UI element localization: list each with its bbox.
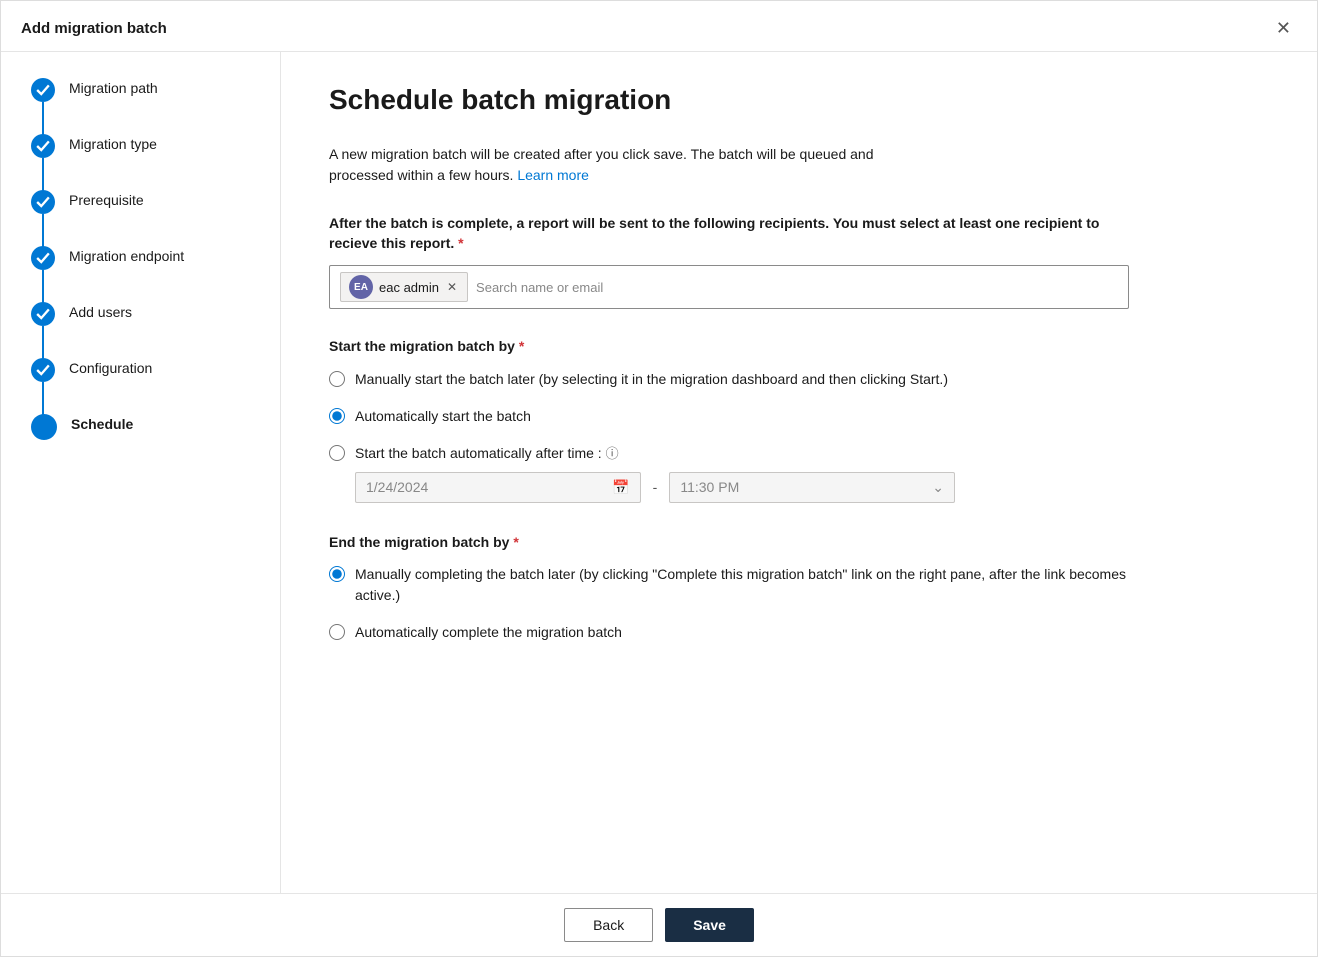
time-value: 11:30 PM	[680, 479, 739, 495]
chevron-down-icon: ⌄	[932, 479, 944, 496]
dialog-title: Add migration batch	[21, 20, 167, 37]
sidebar: Migration path Migration type Prerequisi…	[1, 52, 281, 893]
back-button[interactable]: Back	[564, 908, 653, 942]
start-section-label: Start the migration batch by *	[329, 337, 1129, 357]
step-complete-icon	[31, 302, 55, 326]
info-text: A new migration batch will be created af…	[329, 144, 1129, 186]
sidebar-item-prerequisite[interactable]: Prerequisite	[31, 188, 280, 244]
end-option-manual: Manually completing the batch later (by …	[329, 564, 1129, 606]
step-label-configuration: Configuration	[69, 356, 152, 376]
step-complete-icon	[31, 246, 55, 270]
calendar-icon: 📅	[612, 479, 629, 496]
recipients-section-label: After the batch is complete, a report wi…	[329, 214, 1129, 253]
step-label-migration-endpoint: Migration endpoint	[69, 244, 184, 264]
learn-more-link[interactable]: Learn more	[517, 167, 589, 183]
start-after-time-radio[interactable]	[329, 445, 345, 461]
date-value: 1/24/2024	[366, 479, 428, 495]
time-input[interactable]: 11:30 PM ⌄	[669, 472, 955, 503]
auto-start-label: Automatically start the batch	[355, 406, 531, 427]
dialog-header: Add migration batch ✕	[1, 1, 1317, 52]
step-active-icon	[31, 414, 57, 440]
manually-complete-radio[interactable]	[329, 566, 345, 582]
step-label-schedule: Schedule	[71, 412, 133, 432]
sidebar-item-schedule[interactable]: Schedule	[31, 412, 280, 468]
add-migration-batch-dialog: Add migration batch ✕ Migration path Mig…	[0, 0, 1318, 957]
date-separator: -	[653, 479, 658, 495]
avatar: EA	[349, 275, 373, 299]
step-complete-icon	[31, 78, 55, 102]
step-complete-icon	[31, 358, 55, 382]
manually-start-label: Manually start the batch later (by selec…	[355, 369, 948, 390]
start-option-manual: Manually start the batch later (by selec…	[329, 369, 1129, 390]
recipient-tag: EA eac admin ✕	[340, 272, 468, 302]
recipient-name: eac admin	[379, 280, 439, 295]
step-complete-icon	[31, 190, 55, 214]
date-time-row: 1/24/2024 📅 - 11:30 PM ⌄	[355, 472, 955, 503]
start-radio-group: Manually start the batch later (by selec…	[329, 369, 1129, 464]
step-complete-icon	[31, 134, 55, 158]
manually-complete-label: Manually completing the batch later (by …	[355, 564, 1129, 606]
step-label-add-users: Add users	[69, 300, 132, 320]
manually-start-radio[interactable]	[329, 371, 345, 387]
sidebar-item-add-users[interactable]: Add users	[31, 300, 280, 356]
sidebar-item-migration-endpoint[interactable]: Migration endpoint	[31, 244, 280, 300]
step-label-migration-type: Migration type	[69, 132, 157, 152]
auto-start-radio[interactable]	[329, 408, 345, 424]
remove-recipient-button[interactable]: ✕	[445, 281, 459, 293]
recipient-field[interactable]: EA eac admin ✕ Search name or email	[329, 265, 1129, 309]
save-button[interactable]: Save	[665, 908, 754, 942]
end-required-star: *	[513, 534, 518, 550]
main-content: Schedule batch migration A new migration…	[281, 52, 1317, 893]
date-input[interactable]: 1/24/2024 📅	[355, 472, 641, 503]
auto-complete-label: Automatically complete the migration bat…	[355, 622, 622, 643]
info-text-line1: A new migration batch will be created af…	[329, 146, 874, 162]
sidebar-item-configuration[interactable]: Configuration	[31, 356, 280, 412]
info-icon: ⓘ	[606, 446, 619, 461]
dialog-body: Migration path Migration type Prerequisi…	[1, 52, 1317, 893]
required-star: *	[458, 235, 463, 251]
step-label-migration-path: Migration path	[69, 76, 158, 96]
step-label-prerequisite: Prerequisite	[69, 188, 144, 208]
sidebar-item-migration-type[interactable]: Migration type	[31, 132, 280, 188]
close-button[interactable]: ✕	[1270, 15, 1297, 41]
end-section: End the migration batch by * Manually co…	[329, 533, 1269, 644]
start-option-auto: Automatically start the batch	[329, 406, 1129, 427]
page-title: Schedule batch migration	[329, 84, 1269, 116]
info-text-line2: processed within a few hours.	[329, 167, 513, 183]
start-required-star: *	[519, 338, 524, 354]
start-option-after-time: Start the batch automatically after time…	[329, 443, 1129, 464]
end-radio-group: Manually completing the batch later (by …	[329, 564, 1129, 643]
recipient-search-placeholder: Search name or email	[476, 280, 1118, 295]
start-after-time-label: Start the batch automatically after time…	[355, 443, 619, 464]
end-option-auto: Automatically complete the migration bat…	[329, 622, 1129, 643]
auto-complete-radio[interactable]	[329, 624, 345, 640]
dialog-footer: Back Save	[1, 893, 1317, 956]
end-section-label: End the migration batch by *	[329, 533, 1129, 553]
sidebar-item-migration-path[interactable]: Migration path	[31, 76, 280, 132]
